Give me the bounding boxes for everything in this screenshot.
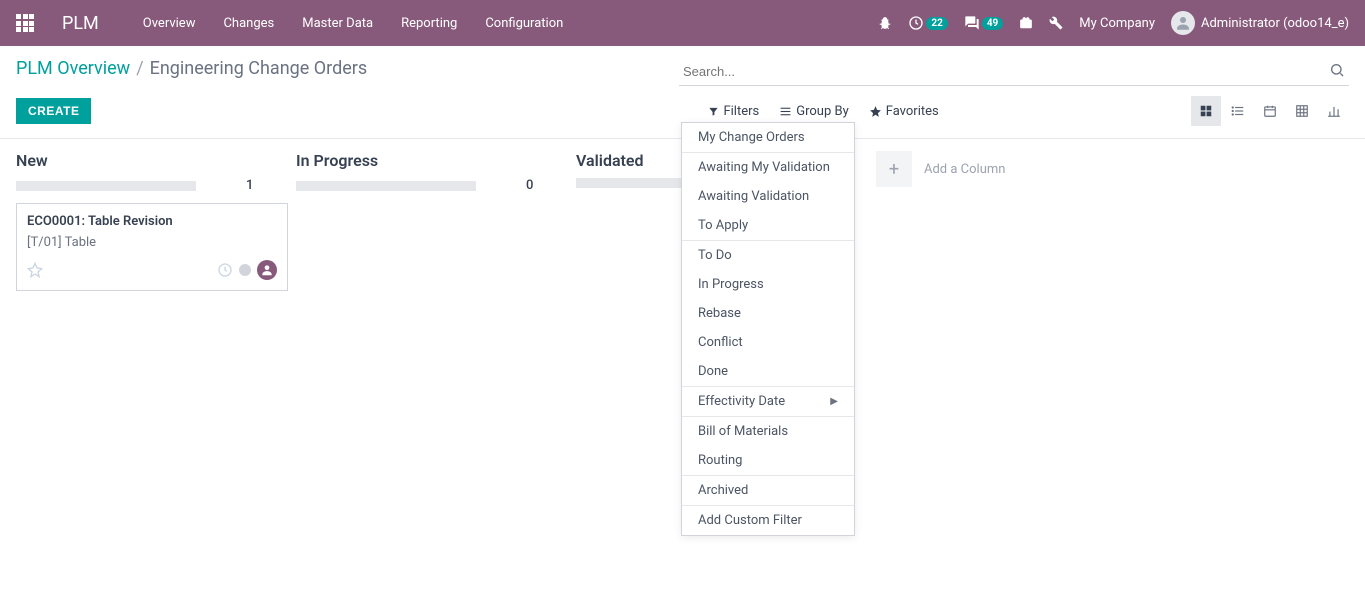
nav-changes[interactable]: Changes xyxy=(211,8,286,39)
user-menu[interactable]: Administrator (odoo14_e) xyxy=(1171,11,1349,35)
filter-add-custom[interactable]: Add Custom Filter xyxy=(682,506,854,535)
activity-icon[interactable]: 22 xyxy=(908,15,947,31)
filter-conflict[interactable]: Conflict xyxy=(682,328,854,357)
search-wrap xyxy=(679,58,1349,86)
column-count: 1 xyxy=(246,178,253,193)
brand-title: PLM xyxy=(62,13,99,34)
filters-dropdown: My Change Orders Awaiting My Validation … xyxy=(681,122,855,536)
kanban-column-new: New 1 ECO0001: Table Revision [T/01] Tab… xyxy=(16,151,288,291)
favorites-label: Favorites xyxy=(886,104,939,119)
card-subtitle: [T/01] Table xyxy=(27,235,277,250)
user-name: Administrator (odoo14_e) xyxy=(1201,16,1349,31)
add-column: + Add a Column xyxy=(876,151,1005,187)
messages-icon[interactable]: 49 xyxy=(964,15,1003,31)
column-progress[interactable] xyxy=(16,181,196,191)
search-input[interactable] xyxy=(679,58,1349,85)
filter-awaiting-validation[interactable]: Awaiting Validation xyxy=(682,182,854,211)
assignee-avatar[interactable] xyxy=(257,260,277,280)
filter-icon xyxy=(708,106,719,117)
list-icon xyxy=(779,105,792,118)
apps-icon[interactable] xyxy=(16,14,34,32)
filters-button[interactable]: Filters xyxy=(708,104,759,119)
view-list-button[interactable] xyxy=(1223,96,1253,126)
add-column-label[interactable]: Add a Column xyxy=(924,162,1005,177)
groupby-label: Group By xyxy=(796,104,849,119)
breadcrumb-sep: / xyxy=(136,58,143,79)
nav-items: Overview Changes Master Data Reporting C… xyxy=(131,8,576,39)
filter-archived[interactable]: Archived xyxy=(682,476,854,505)
groupby-button[interactable]: Group By xyxy=(779,104,849,119)
search-options: Filters Group By Favorites xyxy=(708,104,958,119)
create-button[interactable]: CREATE xyxy=(16,98,91,124)
breadcrumb-root[interactable]: PLM Overview xyxy=(16,58,130,79)
star-icon xyxy=(869,105,882,118)
filter-rebase[interactable]: Rebase xyxy=(682,299,854,328)
filter-to-apply[interactable]: To Apply xyxy=(682,211,854,240)
messages-badge: 49 xyxy=(982,17,1003,30)
filters-label: Filters xyxy=(723,104,759,119)
filter-done[interactable]: Done xyxy=(682,357,854,386)
filter-my-change-orders[interactable]: My Change Orders xyxy=(682,123,854,152)
breadcrumb-current: Engineering Change Orders xyxy=(150,58,368,79)
kanban-card[interactable]: ECO0001: Table Revision [T/01] Table xyxy=(16,203,288,291)
nav-master-data[interactable]: Master Data xyxy=(290,8,385,39)
filter-to-do[interactable]: To Do xyxy=(682,241,854,270)
column-title[interactable]: New xyxy=(16,151,288,170)
filter-bom[interactable]: Bill of Materials xyxy=(682,417,854,446)
filter-awaiting-my-validation[interactable]: Awaiting My Validation xyxy=(682,153,854,182)
nav-right: 22 49 My Company Administrator (odoo14_e… xyxy=(878,11,1349,35)
clock-icon[interactable] xyxy=(217,262,233,278)
top-nav: PLM Overview Changes Master Data Reporti… xyxy=(0,0,1365,46)
search-icon[interactable] xyxy=(1329,62,1345,78)
bug-icon[interactable] xyxy=(878,16,892,30)
chevron-right-icon: ▶ xyxy=(830,396,838,407)
add-column-button[interactable]: + xyxy=(876,151,912,187)
view-calendar-button[interactable] xyxy=(1255,96,1285,126)
view-switcher xyxy=(1191,96,1349,126)
filter-in-progress[interactable]: In Progress xyxy=(682,270,854,299)
wrench-icon[interactable] xyxy=(1049,16,1063,30)
column-title[interactable]: In Progress xyxy=(296,151,568,170)
view-pivot-button[interactable] xyxy=(1287,96,1317,126)
view-graph-button[interactable] xyxy=(1319,96,1349,126)
card-footer xyxy=(27,260,277,280)
company-label[interactable]: My Company xyxy=(1079,16,1155,31)
nav-configuration[interactable]: Configuration xyxy=(473,8,575,39)
column-count: 0 xyxy=(526,178,533,193)
breadcrumb: PLM Overview / Engineering Change Orders xyxy=(16,58,367,79)
view-kanban-button[interactable] xyxy=(1191,96,1221,126)
activity-badge: 22 xyxy=(926,17,947,30)
priority-star-icon[interactable] xyxy=(27,262,43,278)
gift-icon[interactable] xyxy=(1019,16,1033,30)
column-progress[interactable] xyxy=(296,181,476,191)
kanban-column-in-progress: In Progress 0 xyxy=(296,151,568,203)
favorites-button[interactable]: Favorites xyxy=(869,104,939,119)
filter-effectivity-date-label: Effectivity Date xyxy=(698,394,785,409)
filter-effectivity-date[interactable]: Effectivity Date ▶ xyxy=(682,387,854,416)
avatar-icon xyxy=(1171,11,1195,35)
filter-routing[interactable]: Routing xyxy=(682,446,854,475)
nav-reporting[interactable]: Reporting xyxy=(389,8,469,39)
state-dot-icon[interactable] xyxy=(239,264,251,276)
nav-overview[interactable]: Overview xyxy=(131,8,208,39)
card-title: ECO0001: Table Revision xyxy=(27,214,277,229)
